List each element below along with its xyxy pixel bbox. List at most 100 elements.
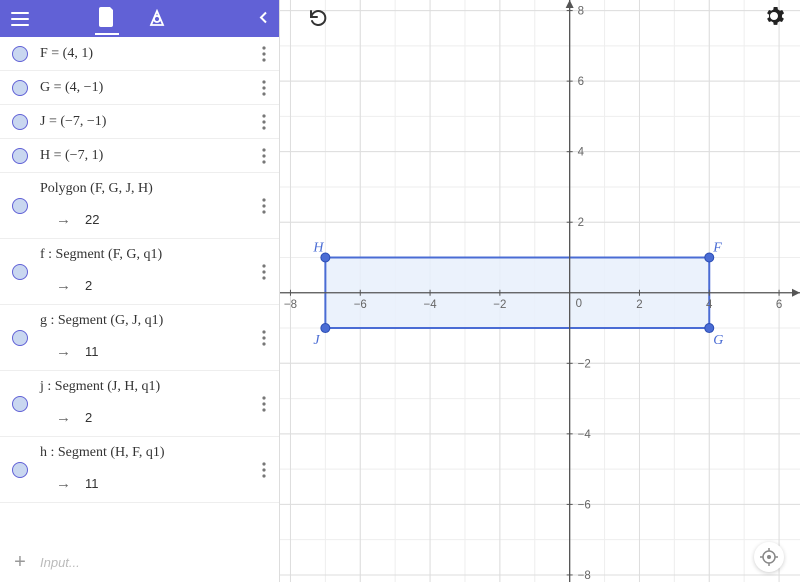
point-J[interactable] (321, 324, 330, 333)
more-vertical-icon (262, 396, 266, 412)
undo-icon (306, 6, 328, 28)
output-arrow-icon: → (56, 211, 71, 228)
more-vertical-icon (262, 148, 266, 164)
entry-point[interactable]: G = (4, −1) (0, 71, 279, 105)
entry-value: 22 (85, 212, 99, 227)
entry-label: J = (−7, −1) (40, 114, 249, 130)
entry-label: H = (−7, 1) (40, 148, 249, 164)
point-label-J: J (313, 333, 320, 348)
entry-output: → 2 (40, 409, 249, 426)
svg-text:−6: −6 (578, 499, 591, 511)
tab-algebra[interactable] (95, 3, 119, 35)
point-G[interactable] (705, 324, 714, 333)
top-bar (0, 0, 279, 37)
entry-value: 11 (85, 344, 99, 359)
svg-text:4: 4 (706, 299, 713, 311)
entry-more-button[interactable] (249, 243, 279, 300)
settings-button[interactable] (764, 6, 784, 29)
tab-tools[interactable] (143, 5, 171, 33)
point-label-G: G (713, 333, 723, 348)
point-label-F: F (712, 240, 722, 255)
entry-more-button[interactable] (249, 441, 279, 498)
visibility-toggle[interactable] (0, 148, 40, 164)
tools-icon (147, 9, 167, 29)
entries-list: F = (4, 1) G = (4, −1) J = (−7, −1) H = … (0, 37, 279, 542)
visibility-toggle[interactable] (0, 375, 40, 432)
svg-text:−2: −2 (578, 358, 591, 370)
output-arrow-icon: → (56, 475, 71, 492)
entry-polygon[interactable]: Polygon (F, G, J, H) → 22 (0, 173, 279, 239)
svg-text:−8: −8 (284, 299, 297, 311)
entry-value: 2 (85, 278, 92, 293)
svg-text:−2: −2 (493, 299, 506, 311)
visibility-toggle[interactable] (0, 177, 40, 234)
svg-text:−6: −6 (354, 299, 367, 311)
entry-label: f : Segment (F, G, q1) (40, 247, 249, 263)
more-vertical-icon (262, 198, 266, 214)
chevron-left-icon (259, 11, 267, 23)
entry-segment[interactable]: j : Segment (J, H, q1) → 2 (0, 371, 279, 437)
visibility-toggle[interactable] (0, 441, 40, 498)
entry-more-button[interactable] (249, 177, 279, 234)
entry-point[interactable]: F = (4, 1) (0, 37, 279, 71)
undo-button[interactable] (306, 6, 328, 31)
hamburger-menu-button[interactable] (0, 0, 40, 37)
entry-point[interactable]: J = (−7, −1) (0, 105, 279, 139)
entry-more-button[interactable] (249, 309, 279, 366)
coordinate-graph[interactable]: −8−6−4−20246−8−6−4−22468FGJH (280, 0, 800, 582)
svg-text:2: 2 (578, 217, 584, 229)
more-vertical-icon (262, 46, 266, 62)
entry-more-button[interactable] (249, 80, 279, 96)
svg-text:−4: −4 (424, 299, 438, 311)
more-vertical-icon (262, 330, 266, 346)
locate-icon (760, 548, 778, 566)
gear-icon (764, 6, 784, 26)
entry-value: 2 (85, 410, 92, 425)
input-field[interactable]: Input... (40, 555, 80, 570)
entry-more-button[interactable] (249, 114, 279, 130)
visibility-toggle[interactable] (0, 243, 40, 300)
add-entry-button[interactable]: + (0, 551, 40, 574)
entry-more-button[interactable] (249, 375, 279, 432)
entry-label: Polygon (F, G, J, H) (40, 181, 249, 197)
svg-text:−8: −8 (578, 570, 591, 582)
entry-more-button[interactable] (249, 46, 279, 62)
entry-label: G = (4, −1) (40, 80, 249, 96)
entry-output: → 22 (40, 211, 249, 228)
entry-output: → 11 (40, 343, 249, 360)
more-vertical-icon (262, 462, 266, 478)
entry-segment[interactable]: f : Segment (F, G, q1) → 2 (0, 239, 279, 305)
entry-label: j : Segment (J, H, q1) (40, 379, 249, 395)
visibility-toggle[interactable] (0, 114, 40, 130)
svg-text:−4: −4 (578, 429, 592, 441)
output-arrow-icon: → (56, 343, 71, 360)
entry-label: g : Segment (G, J, q1) (40, 313, 249, 329)
entry-segment[interactable]: h : Segment (H, F, q1) → 11 (0, 437, 279, 503)
entry-segment[interactable]: g : Segment (G, J, q1) → 11 (0, 305, 279, 371)
entry-label: F = (4, 1) (40, 46, 249, 62)
more-vertical-icon (262, 114, 266, 130)
svg-text:6: 6 (578, 76, 584, 88)
entry-point[interactable]: H = (−7, 1) (0, 139, 279, 173)
output-arrow-icon: → (56, 409, 71, 426)
svg-text:2: 2 (636, 299, 642, 311)
visibility-toggle[interactable] (0, 46, 40, 62)
locate-button[interactable] (754, 542, 784, 572)
collapse-sidebar-button[interactable] (259, 11, 267, 26)
visibility-toggle[interactable] (0, 80, 40, 96)
svg-text:6: 6 (776, 299, 782, 311)
algebra-icon (99, 7, 115, 27)
graph-canvas[interactable]: −8−6−4−20246−8−6−4−22468FGJH (280, 0, 800, 582)
more-vertical-icon (262, 80, 266, 96)
visibility-toggle[interactable] (0, 309, 40, 366)
point-label-H: H (312, 240, 324, 255)
hamburger-icon (11, 12, 29, 26)
entry-more-button[interactable] (249, 148, 279, 164)
svg-text:0: 0 (576, 298, 582, 310)
more-vertical-icon (262, 264, 266, 280)
algebra-sidebar: F = (4, 1) G = (4, −1) J = (−7, −1) H = … (0, 0, 280, 582)
entry-label: h : Segment (H, F, q1) (40, 445, 249, 461)
svg-text:8: 8 (578, 6, 584, 18)
output-arrow-icon: → (56, 277, 71, 294)
entry-output: → 2 (40, 277, 249, 294)
